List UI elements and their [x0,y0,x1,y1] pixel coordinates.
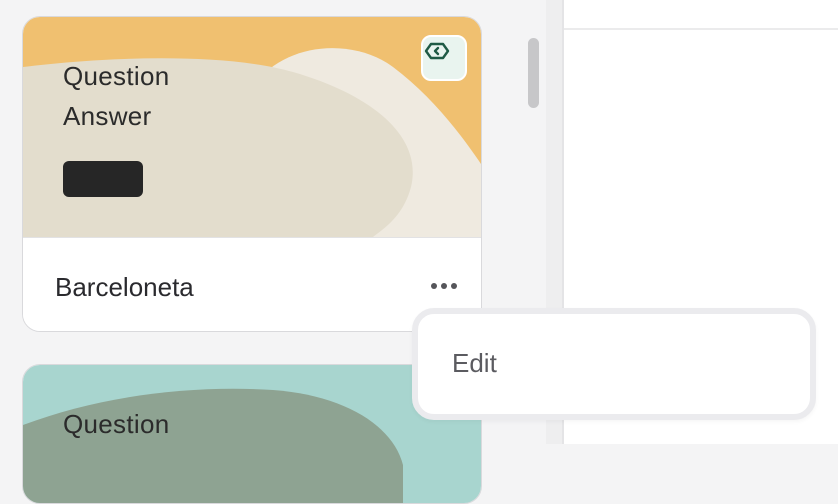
tag-button[interactable] [421,35,467,81]
card-footer: Barceloneta [23,237,481,331]
card-question: Question [63,61,170,91]
more-options-button[interactable] [429,272,459,300]
card-barceloneta[interactable]: Question Answer Barceloneta [22,16,482,332]
card-title: Barceloneta [55,272,194,302]
more-horizontal-icon [431,283,437,289]
card-preview: Question Answer [23,17,481,237]
menu-item-edit[interactable]: Edit [452,348,497,379]
card-answer: Answer [63,101,152,131]
context-menu: Edit [412,308,816,420]
tag-icon [424,42,450,60]
card-question: Question [63,409,170,439]
header-divider [564,28,838,30]
redacted-pill [63,161,143,197]
scrollbar-thumb[interactable] [528,38,539,108]
